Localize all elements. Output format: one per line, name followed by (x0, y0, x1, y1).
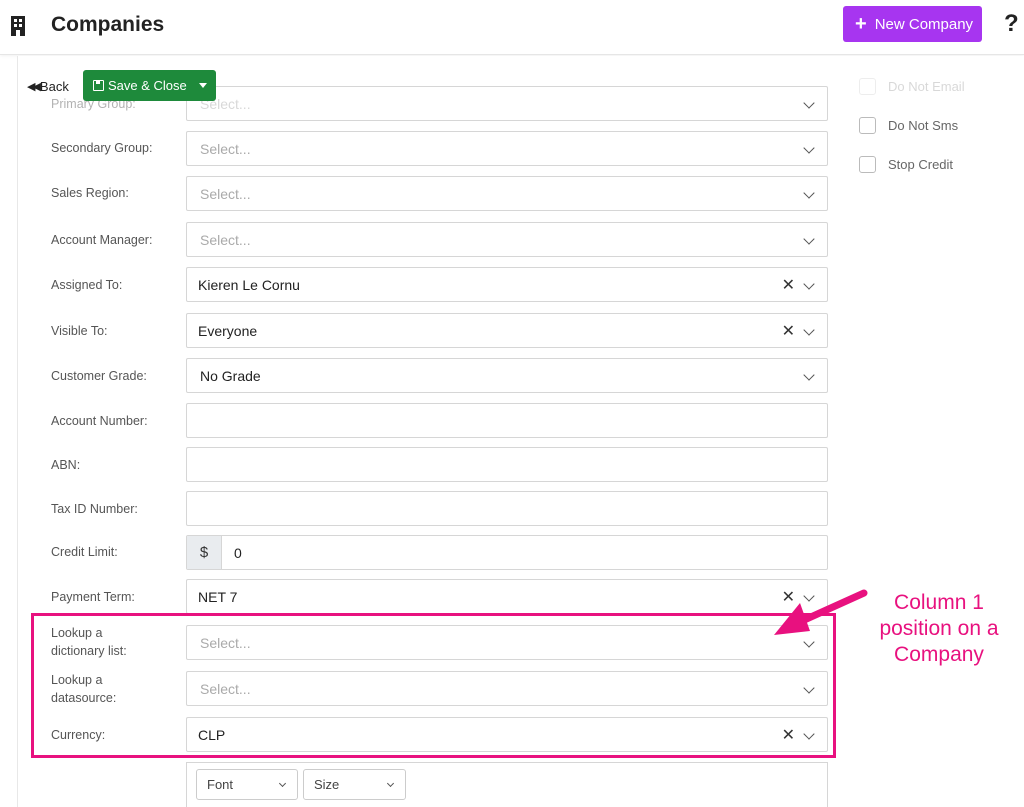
font-select-label: Font (207, 777, 234, 792)
chevron-down-icon (278, 779, 287, 788)
checkbox-box[interactable] (859, 156, 876, 173)
new-company-button[interactable]: + New Company (843, 6, 982, 42)
customer-grade-value: No Grade (200, 368, 261, 384)
rich-text-editor: Font Size (186, 762, 828, 807)
sales-region-select[interactable]: Select... (186, 176, 828, 211)
annotation-arrow-icon (774, 589, 868, 635)
account-number-label: Account Number: (51, 414, 148, 428)
back-arrow-icon: ◀◀ (27, 80, 41, 93)
account-manager-placeholder: Select... (200, 232, 251, 248)
checkbox-do-not-sms[interactable]: Do Not Sms (859, 117, 958, 134)
save-close-button[interactable]: Save & Close (83, 70, 190, 101)
secondary-group-select[interactable]: Select... (186, 131, 828, 166)
back-label: Back (39, 78, 69, 94)
sales-region-placeholder: Select... (200, 186, 251, 202)
checkbox-stop-credit[interactable]: Stop Credit (859, 156, 953, 173)
payment-term-label: Payment Term: (51, 590, 135, 604)
secondary-group-placeholder: Select... (200, 141, 251, 157)
annotation-highlight-box (31, 613, 836, 758)
save-label: Save & Close (108, 78, 187, 93)
visible-to-label: Visible To: (51, 324, 108, 338)
back-button[interactable]: ◀◀ Back (27, 79, 69, 94)
size-select-label: Size (314, 777, 340, 792)
tax-id-label: Tax ID Number: (51, 502, 138, 516)
credit-limit-value: 0 (234, 545, 242, 561)
credit-limit-input[interactable]: $ 0 (186, 535, 828, 570)
chevron-down-icon (803, 278, 815, 290)
form-row-secondary-group: Secondary Group: Select... (51, 131, 828, 166)
annotation-text: Column 1 position on a Company (866, 590, 1012, 668)
currency-addon: $ (187, 536, 222, 569)
secondary-group-label: Secondary Group: (51, 141, 153, 155)
account-number-input[interactable] (186, 403, 828, 438)
clear-icon[interactable]: ✕ (782, 275, 795, 295)
font-select[interactable]: Font (196, 769, 298, 800)
credit-limit-label: Credit Limit: (51, 545, 118, 559)
customer-grade-select[interactable]: No Grade (186, 358, 828, 393)
abn-input[interactable] (186, 447, 828, 482)
sales-region-label: Sales Region: (51, 186, 129, 200)
form-row-abn: ABN: (51, 447, 828, 482)
building-icon (11, 16, 25, 36)
form-row-assigned-to: Assigned To: Kieren Le Cornu ✕ (51, 267, 828, 302)
account-manager-select[interactable]: Select... (186, 222, 828, 257)
primary-group-select[interactable]: Select... (186, 86, 828, 121)
form-row-account-manager: Account Manager: Select... (51, 222, 828, 257)
tax-id-input[interactable] (186, 491, 828, 526)
form-row-customer-grade: Customer Grade: No Grade (51, 358, 828, 393)
chevron-down-icon (386, 779, 395, 788)
checkbox-label: Do Not Email (888, 79, 965, 94)
visible-to-select[interactable]: Everyone ✕ (186, 313, 828, 348)
save-button-group: Save & Close (83, 70, 216, 101)
clear-icon[interactable]: ✕ (782, 321, 795, 341)
caret-down-icon (199, 83, 207, 88)
payment-term-select[interactable]: NET 7 ✕ (186, 579, 828, 614)
checkbox-label: Do Not Sms (888, 118, 959, 133)
chevron-down-icon (803, 97, 815, 109)
assigned-to-select[interactable]: Kieren Le Cornu ✕ (186, 267, 828, 302)
form-row-sales-region: Sales Region: Select... (51, 176, 828, 211)
chevron-down-icon (803, 187, 815, 199)
checkbox-label: Stop Credit (888, 157, 954, 172)
checkbox-do-not-email[interactable]: Do Not Email (859, 78, 965, 95)
form-row-account-number: Account Number: (51, 403, 828, 438)
save-dropdown-toggle[interactable] (190, 70, 216, 101)
size-select[interactable]: Size (303, 769, 406, 800)
customer-grade-label: Customer Grade: (51, 369, 147, 383)
chevron-down-icon (803, 233, 815, 245)
app-header: Companies + New Company ? (0, 0, 1024, 55)
chevron-down-icon (803, 369, 815, 381)
plus-icon: + (855, 13, 867, 35)
chevron-down-icon (803, 324, 815, 336)
form-toolbar: ◀◀ Back Save & Close (27, 70, 216, 102)
abn-label: ABN: (51, 458, 81, 472)
new-company-label: New Company (874, 15, 974, 33)
checkbox-box[interactable] (859, 117, 876, 134)
form-row-visible-to: Visible To: Everyone ✕ (51, 313, 828, 348)
form-row-payment-term: Payment Term: NET 7 ✕ (51, 579, 828, 614)
page-title: Companies (51, 13, 165, 36)
annotation-line2: position on a (879, 617, 999, 640)
form-row-tax-id: Tax ID Number: (51, 491, 828, 526)
assigned-to-label: Assigned To: (51, 278, 123, 292)
save-icon (93, 80, 104, 91)
assigned-to-value: Kieren Le Cornu (198, 277, 300, 293)
annotation-line3: Company (894, 643, 984, 666)
annotation-line1: Column 1 (894, 591, 984, 614)
help-icon[interactable]: ? (1004, 10, 1019, 38)
checkbox-box[interactable] (859, 78, 876, 95)
payment-term-value: NET 7 (198, 589, 238, 605)
chevron-down-icon (803, 142, 815, 154)
form-row-credit-limit: Credit Limit: $ 0 (51, 535, 828, 570)
visible-to-value: Everyone (198, 323, 258, 339)
account-manager-label: Account Manager: (51, 233, 153, 247)
